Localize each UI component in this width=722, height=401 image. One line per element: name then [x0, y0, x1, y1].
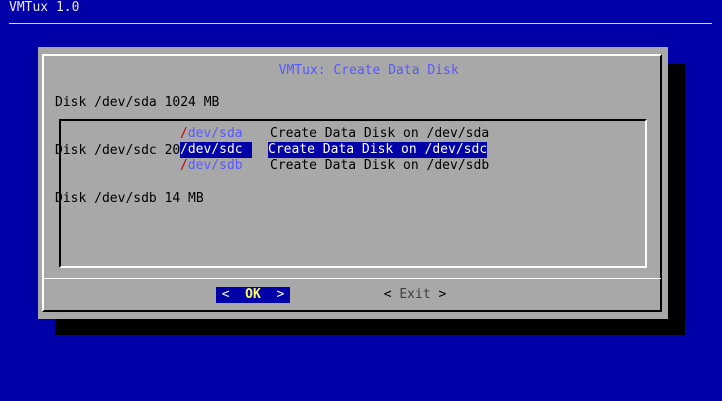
menu-item-sda[interactable]: /dev/sda Create Data Disk on /dev/sda — [180, 126, 489, 142]
menu-item-description: Create Data Disk on /dev/sda — [270, 126, 490, 141]
disk-line-sda: Disk /dev/sda 1024 MB — [55, 95, 220, 110]
button-separator — [43, 278, 661, 279]
menu-item-sdc[interactable]: /dev/sdc Create Data Disk on /dev/sdc — [180, 142, 488, 158]
ok-button[interactable]: < OK > — [216, 287, 290, 303]
menu-item-tag: /dev/sdb — [180, 158, 243, 173]
dialog-title-text: VMTux: Create Data Disk — [277, 63, 460, 78]
create-data-disk-dialog: VMTux: Create Data Disk Disk /dev/sda 10… — [38, 47, 668, 319]
menu-item-description: Create Data Disk on /dev/sdc — [268, 142, 488, 158]
menu-item-tag: /dev/sdc — [180, 142, 252, 158]
disk-menu: /dev/sda Create Data Disk on /dev/sda /d… — [59, 119, 647, 268]
exit-button[interactable]: < Exit > — [378, 287, 452, 303]
menu-item-description: Create Data Disk on /dev/sdb — [270, 158, 490, 173]
back-title: VMTux 1.0 — [9, 0, 80, 15]
back-title-rule — [9, 23, 712, 24]
menu-item-sdb[interactable]: /dev/sdb Create Data Disk on /dev/sdb — [180, 158, 489, 174]
menu-item-tag: /dev/sda — [180, 126, 243, 141]
